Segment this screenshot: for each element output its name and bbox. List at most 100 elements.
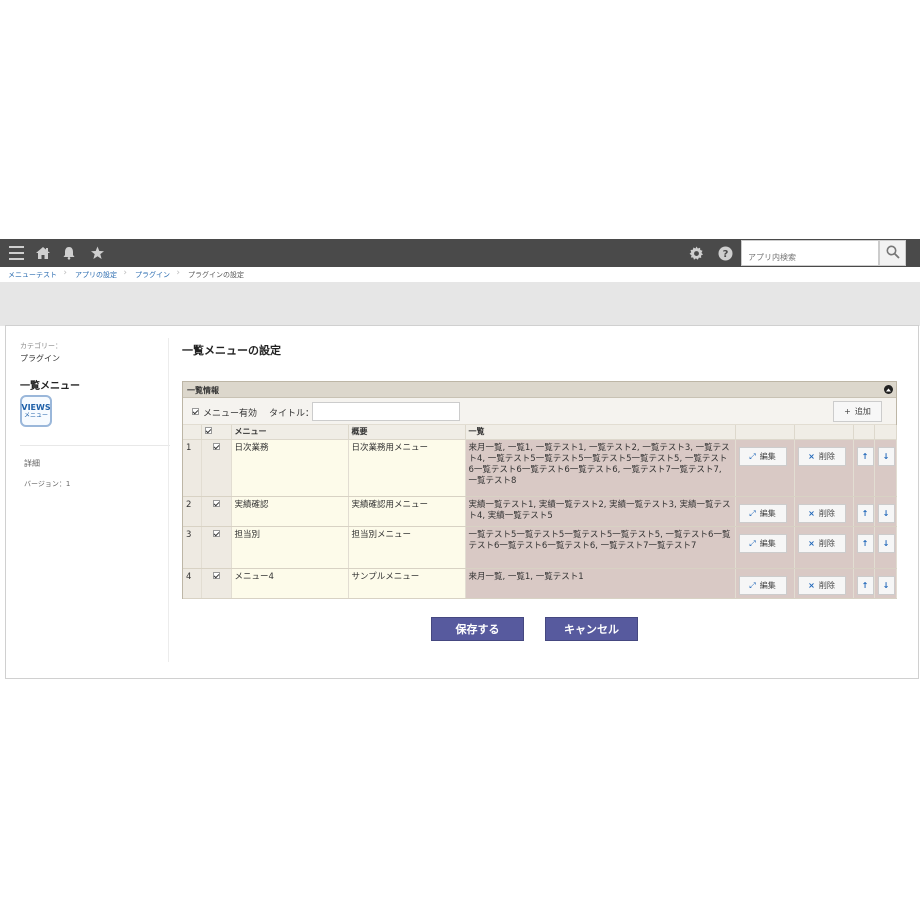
close-icon: × [808, 538, 815, 548]
breadcrumb-item-plugin-settings: プラグインの設定 [188, 270, 244, 279]
help-icon[interactable]: ? [713, 239, 737, 267]
move-up-button[interactable]: ↑ [856, 575, 874, 595]
summary-cell: 実績確認用メニュー [348, 496, 466, 527]
header-band [0, 282, 920, 326]
sidebar-divider [20, 445, 170, 446]
arrow-up-icon: ↑ [861, 508, 869, 518]
bell-icon[interactable] [57, 239, 81, 267]
hamburger-menu-icon[interactable] [4, 239, 28, 267]
up-cell: ↑ [853, 526, 875, 569]
delete-button[interactable]: × 削除 [797, 575, 846, 595]
collapse-icon[interactable] [884, 385, 893, 394]
edit-button[interactable]: ⤢ 編集 [738, 575, 787, 595]
page: ? メニューテスト› アプリの設定› プラグイン› プラグインの設定 カテゴリー… [0, 0, 920, 920]
category-label: カテゴリー： [20, 342, 62, 350]
move-down-button[interactable]: ↓ [877, 533, 895, 553]
breadcrumb: メニューテスト › アプリの設定 › プラグイン › プラグインの設定 [0, 267, 920, 282]
table-row: 2 実績確認 実績確認用メニュー 実績一覧テスト1, 実績一覧テスト2, 実績一… [183, 496, 897, 527]
arrow-down-icon: ↓ [882, 538, 890, 548]
menu-enabled-checkbox[interactable] [192, 408, 199, 415]
table-header-row: メニュー 概要 一覧 [183, 425, 897, 440]
close-icon: × [808, 451, 815, 461]
row-checkbox[interactable] [212, 529, 220, 537]
plus-icon: + [844, 407, 851, 416]
row-checkbox-cell [201, 496, 232, 527]
breadcrumb-item-app-settings[interactable]: アプリの設定 › [67, 268, 127, 280]
table-row: 3 担当別 担当別メニュー 一覧テスト5一覧テスト5一覧テスト5一覧テスト5, … [183, 526, 897, 569]
list-info-box: 一覧情報 メニュー有効 タイトル： + 追加 メニュー 概要 一覧 1 日次業務… [182, 381, 897, 599]
settings-panel: カテゴリー： プラグイン 一覧メニュー VIEWS メニュー 詳細 バージョン：… [5, 325, 919, 679]
edit-button[interactable]: ⤢ 編集 [738, 533, 787, 553]
arrow-down-icon: ↓ [882, 451, 890, 461]
down-cell: ↓ [874, 568, 897, 599]
pencil-icon: ⤢ [749, 451, 756, 461]
move-up-button[interactable]: ↑ [856, 533, 874, 553]
app-search-input[interactable] [741, 240, 879, 266]
plugin-logo-icon: VIEWS メニュー [20, 395, 52, 427]
up-cell: ↑ [853, 439, 875, 497]
delete-button[interactable]: × 削除 [797, 533, 846, 553]
row-checkbox[interactable] [212, 442, 220, 450]
list-cell: 来月一覧, 一覧1, 一覧テスト1 [465, 568, 736, 599]
page-title: 一覧メニューの設定 [182, 344, 281, 357]
summary-cell: サンプルメニュー [348, 568, 466, 599]
row-number: 4 [183, 568, 202, 599]
edit-cell: ⤢ 編集 [735, 496, 795, 527]
list-info-header: 一覧情報 [183, 382, 896, 398]
pencil-icon: ⤢ [749, 508, 756, 518]
title-input[interactable] [312, 402, 460, 421]
row-checkbox[interactable] [212, 571, 220, 579]
star-icon[interactable] [85, 239, 109, 267]
add-button[interactable]: + 追加 [833, 401, 882, 422]
move-up-button[interactable]: ↑ [856, 503, 874, 523]
delete-button[interactable]: × 削除 [797, 446, 846, 466]
row-checkbox[interactable] [212, 499, 220, 507]
detail-link[interactable]: 詳細 [24, 458, 40, 469]
breadcrumb-item-plugins[interactable]: プラグイン › [127, 268, 180, 280]
num-column-header [183, 425, 202, 440]
arrow-down-icon: ↓ [882, 508, 890, 518]
search-button[interactable] [879, 240, 906, 266]
delete-cell: × 削除 [794, 496, 854, 527]
move-up-button[interactable]: ↑ [856, 446, 874, 466]
move-down-button[interactable]: ↓ [877, 446, 895, 466]
delete-column-header [794, 425, 854, 440]
gear-icon[interactable] [684, 239, 708, 267]
close-icon: × [808, 580, 815, 590]
home-icon[interactable] [31, 239, 55, 267]
edit-cell: ⤢ 編集 [735, 568, 795, 599]
menu-column-header: メニュー [231, 425, 349, 440]
move-down-button[interactable]: ↓ [877, 575, 895, 595]
delete-button[interactable]: × 削除 [797, 503, 846, 523]
plugin-sidebar: カテゴリー： プラグイン 一覧メニュー VIEWS メニュー 詳細 バージョン：… [20, 341, 170, 488]
edit-button[interactable]: ⤢ 編集 [738, 446, 787, 466]
list-cell: 来月一覧, 一覧1, 一覧テスト1, 一覧テスト2, 一覧テスト3, 一覧テスト… [465, 439, 736, 497]
row-checkbox-cell [201, 568, 232, 599]
down-cell: ↓ [874, 439, 897, 497]
menu-table: メニュー 概要 一覧 1 日次業務 日次業務用メニュー 来月一覧, 一覧1, 一… [183, 425, 897, 599]
edit-button[interactable]: ⤢ 編集 [738, 503, 787, 523]
list-info-toolbar: メニュー有効 タイトル： + 追加 [183, 398, 896, 425]
menu-enabled-label: メニュー有効 [203, 409, 258, 419]
logo-text-bottom: メニュー [23, 411, 48, 419]
edit-column-header [735, 425, 795, 440]
row-number: 3 [183, 526, 202, 569]
edit-cell: ⤢ 編集 [735, 439, 795, 497]
close-icon: × [808, 508, 815, 518]
breadcrumb-item-app[interactable]: メニューテスト › [0, 268, 67, 280]
cancel-button[interactable]: キャンセル [545, 617, 638, 641]
logo-text-top: VIEWS [21, 402, 51, 412]
move-down-button[interactable]: ↓ [877, 503, 895, 523]
check-column-header [201, 425, 232, 440]
select-all-checkbox[interactable] [204, 427, 212, 435]
search-icon [886, 244, 900, 263]
down-cell: ↓ [874, 496, 897, 527]
up-cell: ↑ [853, 568, 875, 599]
delete-cell: × 削除 [794, 568, 854, 599]
table-row: 4 メニュー4 サンプルメニュー 来月一覧, 一覧1, 一覧テスト1 ⤢ 編集 ×… [183, 568, 897, 599]
arrow-up-icon: ↑ [861, 451, 869, 461]
category-value: プラグイン [20, 354, 60, 363]
save-button[interactable]: 保存する [431, 617, 524, 641]
arrow-up-icon: ↑ [861, 538, 869, 548]
summary-cell: 日次業務用メニュー [348, 439, 466, 497]
